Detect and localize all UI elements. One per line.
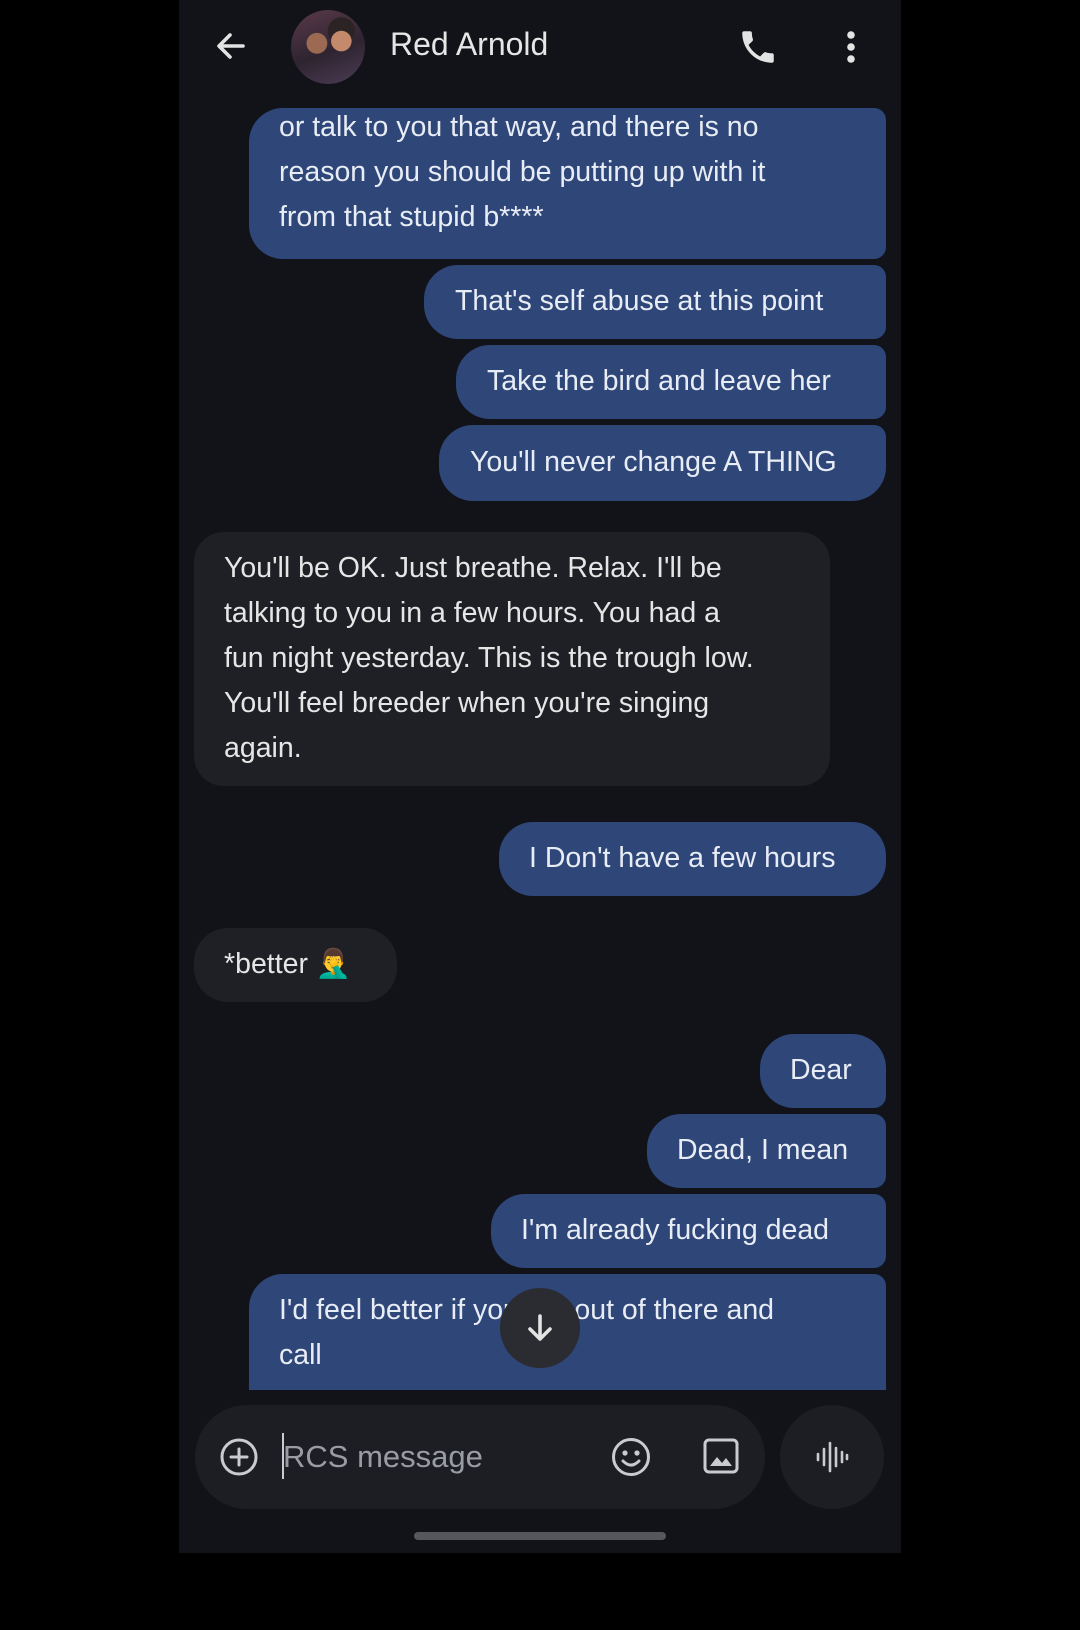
more-options-button[interactable] bbox=[841, 26, 861, 68]
message-line: reason you should be putting up with it bbox=[279, 156, 766, 188]
message-bubble-received[interactable]: You'll be OK. Just breathe. Relax. I'll … bbox=[194, 532, 830, 786]
message-bubble-sent[interactable]: That's self abuse at this point bbox=[424, 265, 886, 339]
message-line: You'll be OK. Just breathe. Relax. I'll … bbox=[224, 552, 722, 584]
image-icon bbox=[703, 1438, 739, 1474]
phone-screen: Red Arnold or talk to you that way, and … bbox=[179, 0, 901, 1553]
voice-message-button[interactable] bbox=[780, 1405, 884, 1509]
message-line: from that stupid b**** bbox=[279, 201, 544, 233]
message-bubble-sent[interactable]: or talk to you that way, and there is no… bbox=[249, 108, 886, 259]
message-bubble-received[interactable]: *better 🤦‍♂️ bbox=[194, 928, 397, 1002]
conversation-thread[interactable]: or talk to you that way, and there is no… bbox=[179, 96, 901, 1390]
message-line: Dear bbox=[790, 1054, 852, 1086]
message-line: I Don't have a few hours bbox=[529, 842, 836, 874]
plus-circle-icon bbox=[220, 1438, 258, 1476]
message-bubble-sent[interactable]: I'm already fucking dead bbox=[491, 1194, 886, 1268]
contact-name[interactable]: Red Arnold bbox=[390, 26, 548, 63]
voice-waveform-icon bbox=[816, 1441, 849, 1473]
message-input[interactable] bbox=[283, 1435, 583, 1479]
message-line: talking to you in a few hours. You had a bbox=[224, 597, 720, 629]
message-bubble-sent[interactable]: You'll never change A THING bbox=[439, 425, 886, 501]
message-line: *better 🤦‍♂️ bbox=[224, 948, 352, 980]
more-vertical-icon bbox=[847, 31, 855, 63]
message-line: fun night yesterday. This is the trough … bbox=[224, 642, 754, 674]
message-bubble-sent[interactable]: Dead, I mean bbox=[647, 1114, 886, 1188]
message-line: That's self abuse at this point bbox=[455, 285, 824, 317]
message-line: or talk to you that way, and there is no bbox=[279, 111, 759, 143]
call-button[interactable] bbox=[737, 26, 779, 68]
gallery-button[interactable] bbox=[701, 1436, 741, 1476]
emoji-icon bbox=[612, 1438, 650, 1476]
message-line: again. bbox=[224, 732, 302, 764]
scroll-to-bottom-button[interactable] bbox=[500, 1288, 580, 1368]
phone-icon bbox=[742, 31, 774, 63]
message-line: You'll feel breeder when you're singing bbox=[224, 687, 710, 719]
message-bubble-sent[interactable]: I Don't have a few hours bbox=[499, 822, 886, 896]
arrow-down-icon bbox=[528, 1314, 552, 1341]
top-app-bar: Red Arnold bbox=[179, 0, 901, 96]
message-line: I'm already fucking dead bbox=[521, 1214, 830, 1246]
contact-avatar[interactable] bbox=[291, 10, 365, 84]
message-line: You'll never change A THING bbox=[470, 446, 837, 478]
compose-bar bbox=[195, 1405, 765, 1509]
back-button[interactable] bbox=[209, 24, 253, 68]
message-bubble-sent[interactable]: Take the bird and leave her bbox=[456, 345, 886, 419]
text-caret bbox=[282, 1433, 284, 1479]
message-bubble-sent[interactable]: Dear bbox=[760, 1034, 886, 1108]
message-line: Dead, I mean bbox=[677, 1134, 849, 1166]
attach-button[interactable] bbox=[219, 1437, 259, 1477]
home-indicator[interactable] bbox=[414, 1532, 666, 1540]
emoji-button[interactable] bbox=[610, 1436, 652, 1478]
message-line: Take the bird and leave her bbox=[487, 365, 831, 397]
arrow-left-icon bbox=[217, 33, 245, 59]
